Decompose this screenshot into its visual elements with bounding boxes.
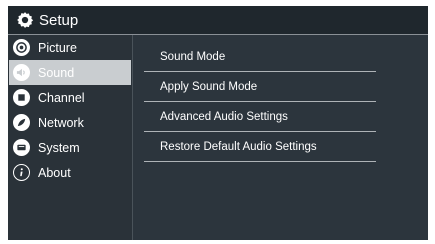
option-sound-mode[interactable]: Sound Mode: [144, 43, 376, 72]
option-advanced-audio-settings[interactable]: Advanced Audio Settings: [144, 103, 376, 132]
channel-icon: [13, 89, 30, 106]
sidebar-item-label: System: [38, 140, 80, 155]
sidebar: Picture Sound Channel Network System Abo…: [8, 35, 133, 240]
sidebar-item-system[interactable]: System: [9, 135, 131, 160]
option-label: Sound Mode: [160, 51, 226, 63]
option-label: Restore Default Audio Settings: [160, 141, 317, 153]
sidebar-item-label: Sound: [38, 65, 75, 80]
network-icon: [13, 114, 30, 131]
page-title: Setup: [39, 11, 79, 29]
gear-icon: [17, 12, 34, 28]
about-icon: [13, 164, 30, 181]
sidebar-item-label: Picture: [38, 40, 77, 55]
option-label: Advanced Audio Settings: [160, 111, 288, 123]
sidebar-item-about[interactable]: About: [9, 160, 131, 185]
tv-settings-screen: Setup Picture Sound Channel Network Syst…: [8, 6, 428, 240]
sidebar-item-label: About: [38, 165, 71, 180]
sidebar-item-channel[interactable]: Channel: [9, 85, 131, 110]
sound-options-panel: Sound Mode Apply Sound Mode Advanced Aud…: [134, 35, 428, 240]
option-apply-sound-mode[interactable]: Apply Sound Mode: [144, 73, 376, 102]
picture-icon: [13, 39, 30, 56]
option-label: Apply Sound Mode: [160, 81, 258, 93]
sidebar-item-network[interactable]: Network: [9, 110, 131, 135]
sidebar-item-picture[interactable]: Picture: [9, 35, 131, 60]
sidebar-item-label: Channel: [38, 90, 85, 105]
sidebar-item-sound[interactable]: Sound: [9, 60, 131, 85]
option-restore-default-audio-settings[interactable]: Restore Default Audio Settings: [144, 133, 376, 162]
system-icon: [13, 139, 30, 156]
sound-icon: [13, 64, 30, 81]
sidebar-item-label: Network: [38, 115, 84, 130]
title-bar: Setup: [8, 6, 428, 35]
